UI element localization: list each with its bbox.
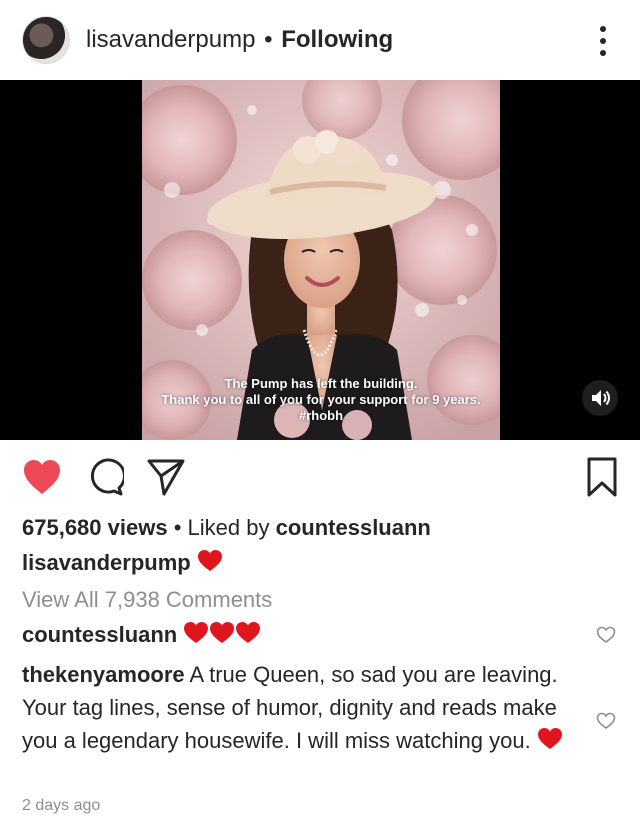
overlay-line-3: #rhobh (298, 408, 344, 423)
comment-bubble-icon[interactable] (86, 458, 124, 496)
comment-like-heart-icon[interactable] (596, 712, 616, 730)
views-count[interactable]: 675,680 views (22, 515, 168, 540)
stats-separator: • (173, 515, 182, 540)
video-player[interactable]: The Pump has left the building. Thank yo… (0, 80, 640, 440)
red-heart-emoji-icon (537, 728, 562, 749)
comment-like-heart-icon[interactable] (596, 626, 616, 644)
separator-dot: • (264, 26, 273, 53)
view-all-comments-link[interactable]: View All 7,938 Comments (22, 586, 272, 614)
comment-item: thekenyamoore A true Queen, so sad you a… (22, 658, 582, 757)
heart-filled-icon[interactable] (22, 458, 62, 496)
owner-caption: lisavanderpump (22, 548, 223, 578)
video-caption-overlay: The Pump has left the building. Thank yo… (142, 376, 500, 424)
header-username[interactable]: lisavanderpump (86, 26, 255, 53)
comment-username[interactable]: thekenyamoore (22, 662, 185, 687)
red-heart-emoji-icon (197, 550, 222, 571)
liked-by-username[interactable]: countessluann (276, 515, 431, 540)
comment-item: countessluann (22, 620, 261, 650)
red-heart-emoji-icon (236, 622, 261, 643)
comment-username[interactable]: countessluann (22, 622, 177, 647)
avatar[interactable] (22, 16, 70, 64)
more-options-icon[interactable] (596, 24, 610, 58)
overlay-line-2: Thank you to all of you for your support… (161, 392, 481, 407)
action-bar (0, 450, 640, 510)
bookmark-icon[interactable] (586, 456, 618, 498)
sound-toggle-button[interactable] (582, 380, 618, 416)
overlay-line-1: The Pump has left the building. (224, 376, 418, 391)
post-header: lisavanderpump • Following (0, 0, 640, 80)
paper-plane-icon[interactable] (146, 458, 186, 496)
caption-username[interactable]: lisavanderpump (22, 550, 191, 575)
speaker-icon (592, 390, 610, 406)
red-heart-emoji-icon (210, 622, 235, 643)
liked-by-prefix: Liked by (187, 515, 270, 540)
post-timestamp: 2 days ago (22, 797, 101, 814)
following-button[interactable]: Following (281, 26, 393, 53)
red-heart-emoji-icon (184, 622, 209, 643)
views-liked-line: 675,680 views • Liked by countessluann (22, 514, 431, 542)
header-user-line: lisavanderpump • Following (86, 26, 393, 54)
